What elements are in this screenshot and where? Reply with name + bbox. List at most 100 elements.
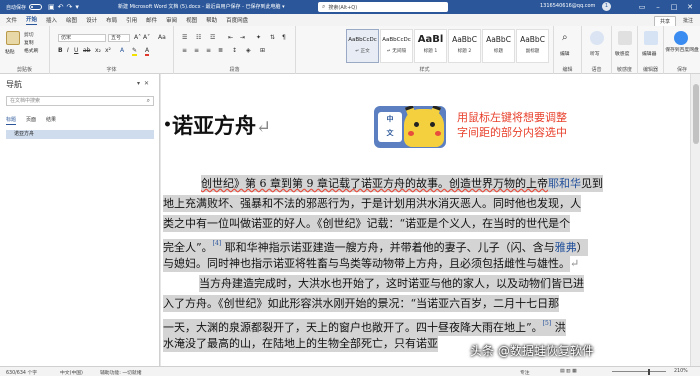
focus-mode-button[interactable]: 专注 <box>520 369 530 376</box>
body-line: 与媳妇。同时神也指示诺亚将牲畜与鸟类等动物带上方舟，且必须包括雌性与雄性。↵ <box>163 254 675 274</box>
baidu-netdisk-icon[interactable] <box>674 31 688 45</box>
document-body[interactable]: 创世纪》第 6 章到第 9 章记载了诺亚方舟的故事。创造世界万物的上帝耶和华见到… <box>163 174 675 354</box>
italic-icon[interactable]: I <box>67 47 69 54</box>
grow-shrink-font-icon[interactable]: A˄ A˅ <box>134 34 150 41</box>
dictate-icon[interactable] <box>590 31 604 45</box>
multilevel-list-icon[interactable]: ☲ <box>210 34 215 41</box>
justify-icon[interactable]: ≣ <box>218 47 223 54</box>
view-mode-icons[interactable]: ▤ ▥ ▦ <box>560 369 577 374</box>
paste-button[interactable]: 粘贴 <box>5 48 15 55</box>
scrollbar-thumb[interactable] <box>693 84 699 144</box>
bullets-icon[interactable]: ☰ <box>182 34 187 41</box>
sensitivity-button[interactable]: 敏感度 <box>615 50 629 57</box>
search-box[interactable]: ⌕ 搜索(Alt+Q) <box>318 2 448 12</box>
underline-icon[interactable]: U <box>74 47 78 54</box>
minimize-icon[interactable]: – <box>650 1 666 13</box>
bold-icon[interactable]: B <box>58 47 63 54</box>
tab-mailings[interactable]: 邮件 <box>146 16 157 24</box>
editor-button[interactable]: 编辑器 <box>642 50 656 57</box>
language-status[interactable]: 中文(中国) <box>60 369 83 376</box>
tab-file[interactable]: 文件 <box>6 16 17 24</box>
style-subtitle[interactable]: AaBbC 副标题 <box>516 29 549 63</box>
align-left-icon[interactable]: ≡ <box>182 47 187 54</box>
tab-references[interactable]: 引用 <box>126 16 137 24</box>
show-marks-icon[interactable]: ¶ <box>282 34 286 41</box>
nav-tab-pages[interactable]: 页面 <box>26 116 36 125</box>
change-case-icon[interactable]: Aa <box>158 34 166 41</box>
style-normal[interactable]: AaBbCcDc ↵ 正文 <box>346 29 379 63</box>
zoom-level[interactable]: 210% <box>674 369 688 374</box>
tab-home[interactable]: 开始 <box>26 15 38 25</box>
line-spacing-icon[interactable]: ↕ <box>232 47 237 54</box>
editor-icon[interactable] <box>644 31 658 45</box>
autosave-toggle[interactable] <box>29 4 43 10</box>
close-icon[interactable]: ✕ <box>682 1 698 13</box>
styles-group: AaBbCcDc ↵ 正文 AaBbCcDc ↵ 无间隔 AaBl 标题 1 A… <box>296 26 554 74</box>
increase-indent-icon[interactable]: ⇥ <box>240 34 245 41</box>
nav-tab-headings[interactable]: 标题 <box>6 116 17 125</box>
highlight-icon[interactable]: ✎ <box>132 47 138 56</box>
nav-pane-controls[interactable]: ▾✕ <box>137 80 153 87</box>
borders-icon[interactable]: ⊞ <box>260 47 265 54</box>
sensitivity-icon[interactable] <box>618 31 632 45</box>
footnote-ref[interactable]: [4] <box>213 240 222 247</box>
nav-heading-item[interactable]: 诺亚方舟 <box>6 130 154 139</box>
numbering-icon[interactable]: ☷ <box>196 34 201 41</box>
strikethrough-icon[interactable]: ab <box>83 47 91 54</box>
align-right-icon[interactable]: ≡ <box>206 47 211 54</box>
tab-draw[interactable]: 绘图 <box>66 16 77 24</box>
tab-baidu-netdisk[interactable]: 百度网盘 <box>226 16 248 24</box>
nav-search-input[interactable]: 在文档中搜索 ⌕ <box>6 96 154 106</box>
nav-search-icon[interactable]: ⌕ <box>147 97 150 105</box>
zoom-slider-thumb[interactable] <box>648 369 650 375</box>
tab-review[interactable]: 审阅 <box>166 16 177 24</box>
format-painter-button[interactable]: 格式刷 <box>24 47 38 54</box>
style-title[interactable]: AaBbC 标题 <box>482 29 515 63</box>
tab-view[interactable]: 视图 <box>186 16 197 24</box>
paragraph-mark: ↵ <box>570 257 580 270</box>
copy-button[interactable]: 复制 <box>24 39 34 46</box>
document-heading[interactable]: •诺亚方舟↵ <box>163 110 271 140</box>
dictate-button[interactable]: 听写 <box>590 50 600 57</box>
superscript-icon[interactable]: x² <box>105 47 111 54</box>
zoom-slider[interactable] <box>612 371 666 372</box>
ribbon-display-icon[interactable]: ▭ <box>634 1 650 13</box>
word-count[interactable]: 630/634 个字 <box>6 369 37 376</box>
document-title[interactable]: 新建 Microsoft Word 文档 (5).docx - 最近由用户保存 … <box>118 3 285 10</box>
style-heading-2[interactable]: AaBbC 标题 2 <box>448 29 481 63</box>
avatar[interactable]: 1 <box>602 2 611 11</box>
quick-access-toolbar[interactable]: ▣↶↷▾ <box>48 3 82 11</box>
tab-insert[interactable]: 插入 <box>46 16 57 24</box>
save-to-baidu-button[interactable]: 保存到百度网盘 <box>665 48 699 54</box>
style-name: 标题 1 <box>423 49 438 54</box>
style-no-spacing[interactable]: AaBbCcDc ↵ 无间隔 <box>380 29 413 63</box>
maximize-icon[interactable]: □ <box>666 1 682 13</box>
accessibility-status[interactable]: 辅助功能: 一切就绪 <box>100 369 142 376</box>
paste-icon[interactable] <box>6 31 20 45</box>
navigation-title: 导航 <box>6 80 22 89</box>
style-heading-1[interactable]: AaBl 标题 1 <box>414 29 447 63</box>
tab-help[interactable]: 帮助 <box>206 16 217 24</box>
font-name-select[interactable]: 仿宋 <box>58 34 106 42</box>
subscript-icon[interactable]: x₂ <box>95 47 101 54</box>
vertical-scrollbar[interactable] <box>690 74 700 366</box>
shading-icon[interactable]: ◈ <box>246 47 251 54</box>
editing-button[interactable]: 编辑 <box>560 50 570 57</box>
footnote-ref[interactable]: [5] <box>543 320 552 327</box>
font-size-select[interactable]: 五号 <box>108 34 130 42</box>
chinese-layout-icon[interactable]: ✦ <box>256 34 261 41</box>
hyperlink-yahweh[interactable]: 耶和华 <box>548 177 581 190</box>
tab-design[interactable]: 设计 <box>86 16 97 24</box>
sort-icon[interactable]: ⇅ <box>270 34 275 41</box>
hyperlink-japheth[interactable]: 雅弗 <box>555 241 577 254</box>
account-name[interactable]: 1316540616@qq.com <box>540 3 595 9</box>
tab-layout[interactable]: 布局 <box>106 16 117 24</box>
font-color-icon[interactable]: A <box>145 47 150 56</box>
text-effects-icon[interactable]: A <box>120 47 124 54</box>
cut-button[interactable]: 剪切 <box>24 31 34 38</box>
document-canvas[interactable]: •诺亚方舟↵ 中文 用鼠标左键将想要调整 字间距的部分内容选中 创世纪》第 6 … <box>161 74 690 366</box>
decrease-indent-icon[interactable]: ⇤ <box>228 34 233 41</box>
align-center-icon[interactable]: ≡ <box>194 47 199 54</box>
nav-tab-results[interactable]: 结果 <box>46 116 56 125</box>
editing-search-icon[interactable]: ⌕ <box>562 32 568 43</box>
